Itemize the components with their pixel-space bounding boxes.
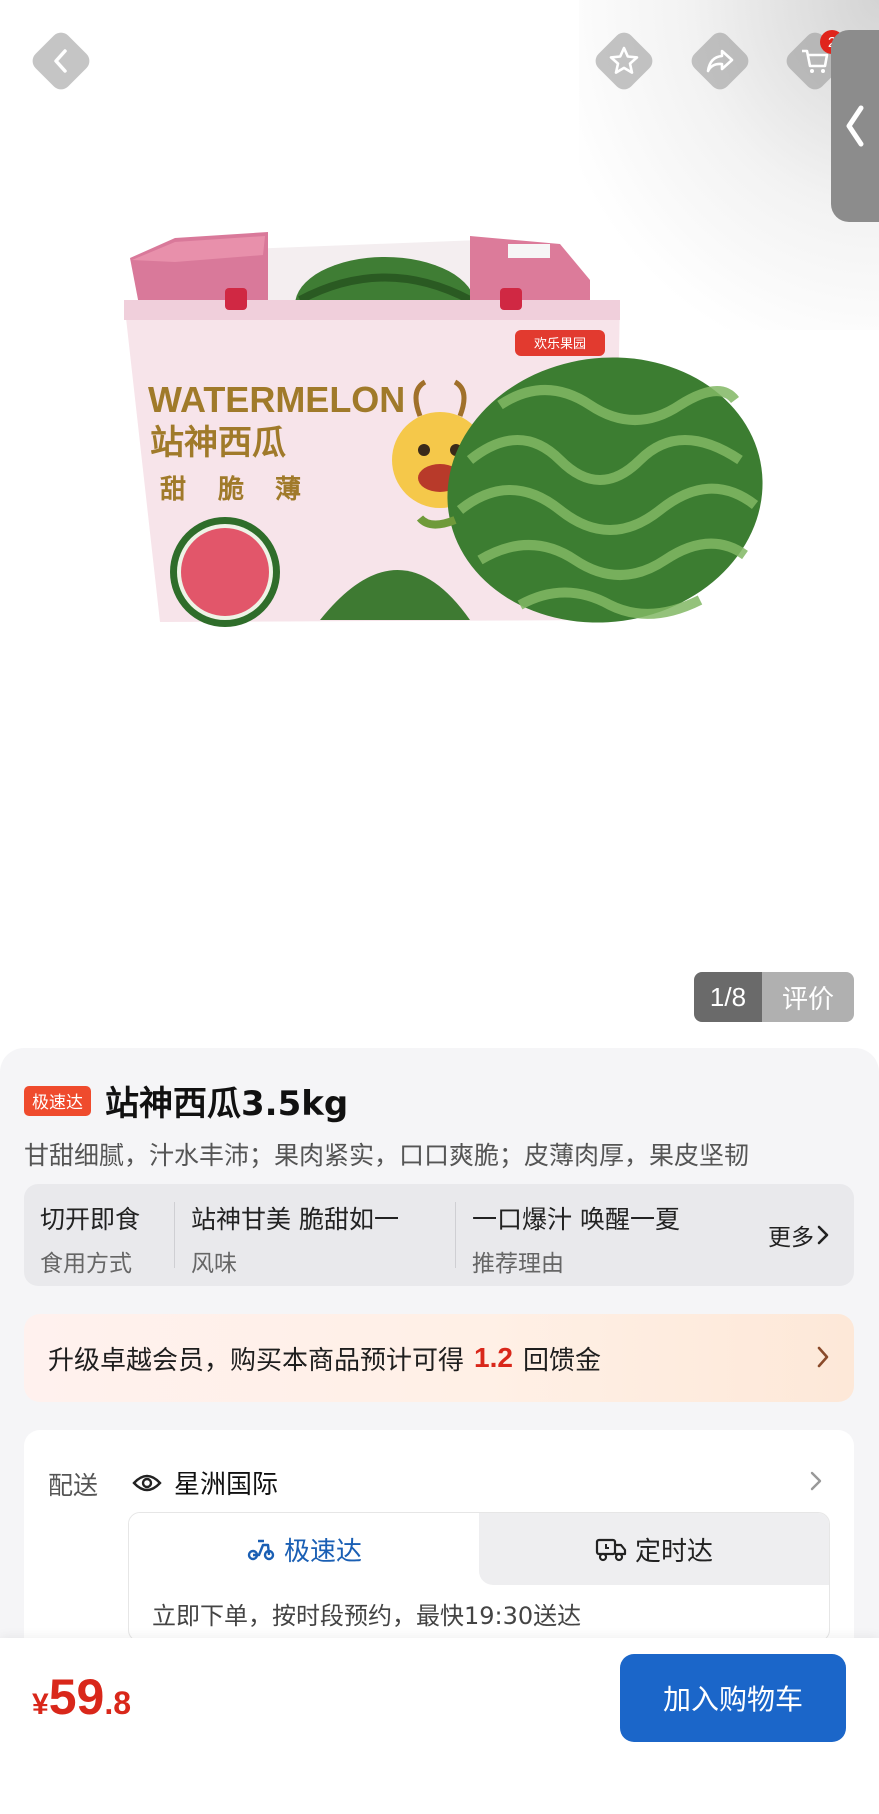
back-icon [54,49,67,73]
express-tag: 极速达 [24,1085,91,1116]
share-button[interactable] [687,28,753,94]
tab-scheduled[interactable]: 定时达 [479,1513,829,1585]
box-feature-2: 脆 [218,474,244,505]
chevron-right-icon[interactable] [808,1468,824,1494]
product-photo: 欢乐果园 WATERMELON 站神西瓜 甜 脆 薄 [124,232,763,627]
image-counter[interactable]: 1/8 评价 [694,972,854,1022]
membership-promo-banner[interactable]: 升级卓越会员，购买本商品预计可得 1.2 回馈金 [24,1314,854,1402]
tab-express-label: 极速达 [283,1536,362,1567]
delivery-description: 立即下单，按时段预约，最快19:30送达 [152,1602,582,1630]
box-brand-text: 欢乐果园 [534,337,586,352]
add-to-cart-button[interactable]: 加入购物车 [620,1654,846,1742]
attribute-item: 切开即食 食用方式 [24,1184,174,1286]
attribute-strip[interactable]: 切开即食 食用方式 站神甘美 脆甜如一 风味 一口爆汁 唤醒一夏 推荐理由 更多 [24,1184,854,1286]
delivery-label: 配送 [48,1471,99,1500]
attribute-key: 推荐理由 [472,1251,564,1277]
product-title-row: 极速达 站神西瓜3.5kg [24,1076,348,1125]
attribute-value: 站神甘美 脆甜如一 [191,1205,399,1234]
box-feature-3: 薄 [275,475,301,505]
attribute-value: 切开即食 [40,1205,141,1234]
more-label: 更多 [768,1225,814,1251]
tab-scheduled-label: 定时达 [634,1536,713,1567]
image-page-indicator: 1/8 [694,972,762,1022]
chevron-right-icon [817,1346,829,1368]
price-currency: ¥ [32,1688,49,1721]
attribute-value: 一口爆汁 唤醒一夏 [472,1205,680,1234]
box-title-cn: 站神西瓜 [150,423,286,463]
price-integer: 59 [48,1669,105,1725]
star-icon [609,46,639,74]
location-name: 星洲国际 [174,1470,279,1500]
promo-amount: 1.2 [474,1342,513,1373]
price-decimal: .8 [104,1685,131,1721]
attribute-key: 风味 [191,1251,237,1277]
more-attributes-button[interactable]: 更多 [768,1184,854,1286]
chevron-right-icon [817,1225,829,1245]
promo-suffix: 回馈金 [522,1345,601,1376]
eye-icon [132,1474,162,1491]
attribute-item: 一口爆汁 唤醒一夏 推荐理由 [456,1184,716,1286]
product-subtitle: 甘甜细腻，汁水丰沛；果肉紧实，口口爽脆；皮薄肉厚，果皮坚韧 [24,1141,750,1170]
scooter-icon [247,1539,275,1561]
delivery-location[interactable]: 星洲国际 [132,1464,278,1501]
product-image-gallery[interactable]: 欢乐果园 WATERMELON 站神西瓜 甜 脆 薄 1/8 评价 [0,0,879,1050]
product-title: 站神西瓜3.5kg [105,1084,349,1124]
promo-text: 升级卓越会员，购买本商品预计可得 [48,1345,465,1376]
truck-clock-icon [595,1538,627,1562]
box-title-en: WATERMELON [148,379,405,420]
share-icon [706,49,734,73]
side-collapse-handle[interactable] [831,30,879,222]
review-tab[interactable]: 评价 [762,972,854,1022]
favorite-button[interactable] [591,28,657,94]
product-price: ¥ 59 .8 [32,1668,131,1726]
attribute-key: 食用方式 [40,1251,132,1277]
back-button[interactable] [28,28,94,94]
tab-express[interactable]: 极速达 [129,1513,479,1585]
chevron-left-icon [846,105,864,147]
attribute-item: 站神甘美 脆甜如一 风味 [175,1184,455,1286]
box-feature-1: 甜 [160,475,186,505]
